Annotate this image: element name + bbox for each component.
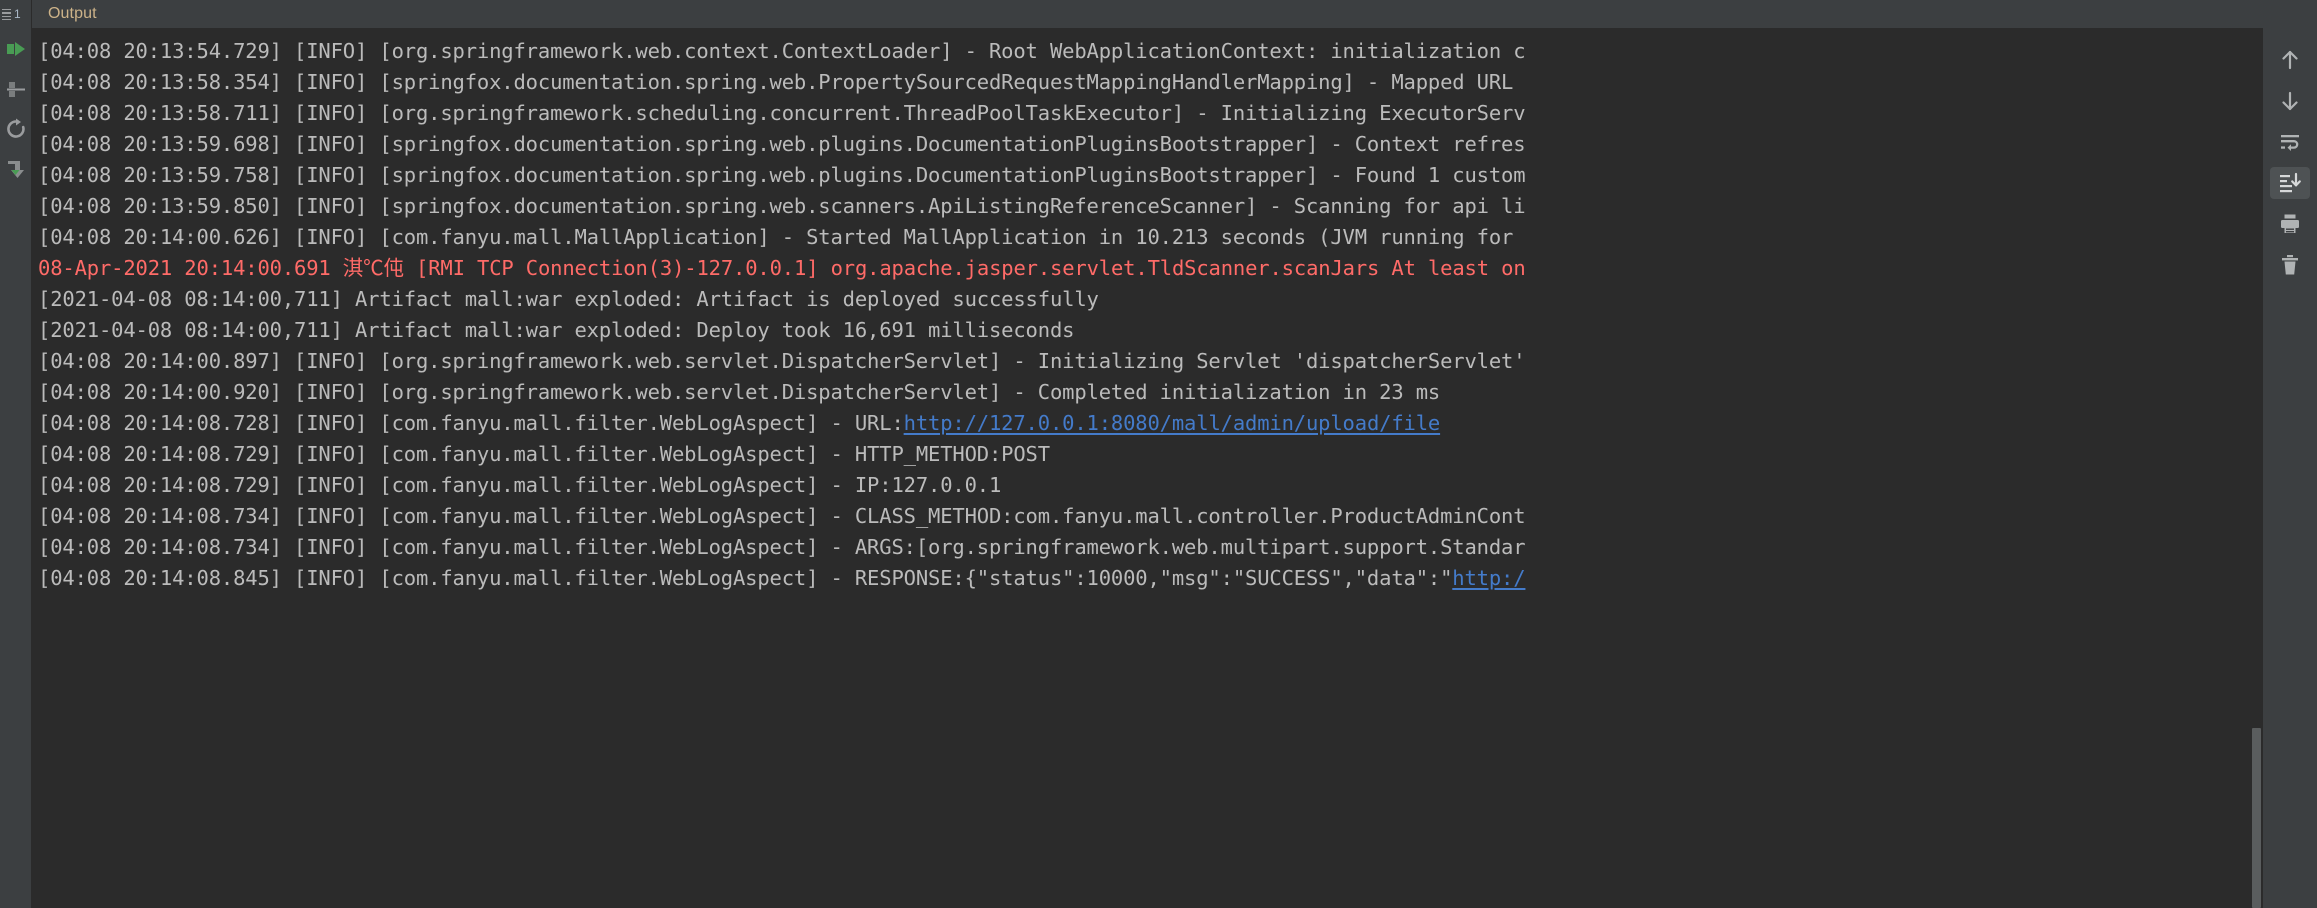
console-line: [04:08 20:13:54.729] [INFO] [org.springf… xyxy=(38,36,2262,67)
tab-output[interactable]: Output xyxy=(32,0,115,28)
console-line-text: [04:08 20:14:00.897] [INFO] [org.springf… xyxy=(38,349,1526,373)
console-line: [04:08 20:14:00.897] [INFO] [org.springf… xyxy=(38,346,2262,377)
console-line: [04:08 20:13:58.354] [INFO] [springfox.d… xyxy=(38,67,2262,98)
console-line-text: [2021-04-08 08:14:00,711] Artifact mall:… xyxy=(38,318,1075,342)
console-line-text: [04:08 20:13:59.850] [INFO] [springfox.d… xyxy=(38,194,1526,218)
console-line-text: [04:08 20:14:08.729] [INFO] [com.fanyu.m… xyxy=(38,473,1002,497)
console-line-text: [04:08 20:13:59.758] [INFO] [springfox.d… xyxy=(38,163,1526,187)
console-line-text: [04:08 20:14:00.920] [INFO] [org.springf… xyxy=(38,380,1441,404)
console-line-text: [04:08 20:13:58.711] [INFO] [org.springf… xyxy=(38,101,1526,125)
run-console-window: 1 Output [04:08 20:13:54.729] [INFO] [or… xyxy=(0,0,2317,908)
tab-output-label: Output xyxy=(48,5,97,22)
console-line: [04:08 20:13:58.711] [INFO] [org.springf… xyxy=(38,98,2262,129)
console-body: [04:08 20:13:54.729] [INFO] [org.springf… xyxy=(0,28,2317,908)
tabstrip-gutter: 1 xyxy=(0,0,32,28)
console-line-text: 08-Apr-2021 20:14:00.691 淇℃伅 [RMI TCP Co… xyxy=(38,256,1526,280)
down-arrow-icon[interactable] xyxy=(2270,85,2310,117)
console-line: [04:08 20:14:08.734] [INFO] [com.fanyu.m… xyxy=(38,501,2262,532)
console-text: [04:08 20:13:54.729] [INFO] [org.springf… xyxy=(32,28,2262,908)
console-line-text: [04:08 20:14:08.729] [INFO] [com.fanyu.m… xyxy=(38,442,1050,466)
rerun-icon[interactable] xyxy=(3,36,29,62)
scrollbar-thumb[interactable] xyxy=(2252,728,2261,908)
console-line-text: [04:08 20:14:08.734] [INFO] [com.fanyu.m… xyxy=(38,504,1526,528)
console-link[interactable]: http://127.0.0.1:8080/mall/admin/upload/… xyxy=(904,411,1441,435)
console-line: [04:08 20:14:08.729] [INFO] [com.fanyu.m… xyxy=(38,439,2262,470)
console-line: [04:08 20:14:08.734] [INFO] [com.fanyu.m… xyxy=(38,532,2262,563)
console-line: 08-Apr-2021 20:14:00.691 淇℃伅 [RMI TCP Co… xyxy=(38,253,2262,284)
console-line-text: [04:08 20:13:58.354] [INFO] [springfox.d… xyxy=(38,70,1514,94)
console-line-text: [2021-04-08 08:14:00,711] Artifact mall:… xyxy=(38,287,1099,311)
resume-icon[interactable] xyxy=(3,156,29,182)
soft-wrap-icon[interactable] xyxy=(2270,126,2310,158)
console-line: [04:08 20:14:08.728] [INFO] [com.fanyu.m… xyxy=(38,408,2262,439)
console-line: [04:08 20:13:59.758] [INFO] [springfox.d… xyxy=(38,160,2262,191)
console-line: [04:08 20:13:59.698] [INFO] [springfox.d… xyxy=(38,129,2262,160)
console-tabstrip: 1 Output xyxy=(0,0,2317,28)
console-link[interactable]: http:/ xyxy=(1452,566,1525,590)
console-output-area[interactable]: [04:08 20:13:54.729] [INFO] [org.springf… xyxy=(32,28,2262,908)
console-line: [2021-04-08 08:14:00,711] Artifact mall:… xyxy=(38,315,2262,346)
console-line: [04:08 20:13:59.850] [INFO] [springfox.d… xyxy=(38,191,2262,222)
console-line-text: [04:08 20:14:08.728] [INFO] [com.fanyu.m… xyxy=(38,411,904,435)
console-line-text: [04:08 20:14:08.845] [INFO] [com.fanyu.m… xyxy=(38,566,1453,590)
up-arrow-icon[interactable] xyxy=(2270,44,2310,76)
console-vertical-scrollbar[interactable] xyxy=(2251,728,2262,908)
console-line-text: [04:08 20:13:54.729] [INFO] [org.springf… xyxy=(38,39,1526,63)
console-lines-icon xyxy=(2,8,11,20)
print-icon[interactable] xyxy=(2270,208,2310,240)
tab-index-label: 1 xyxy=(14,7,21,21)
console-line-text: [04:08 20:14:08.734] [INFO] [com.fanyu.m… xyxy=(38,535,1526,559)
stop-icon[interactable] xyxy=(3,76,29,102)
console-line: [2021-04-08 08:14:00,711] Artifact mall:… xyxy=(38,284,2262,315)
console-side-toolbar xyxy=(2262,28,2317,908)
console-line: [04:08 20:14:08.729] [INFO] [com.fanyu.m… xyxy=(38,470,2262,501)
console-line-text: [04:08 20:13:59.698] [INFO] [springfox.d… xyxy=(38,132,1526,156)
trash-icon[interactable] xyxy=(2270,249,2310,281)
scroll-to-end-icon[interactable] xyxy=(2270,167,2310,199)
run-toolbar xyxy=(0,28,32,908)
console-line: [04:08 20:14:00.920] [INFO] [org.springf… xyxy=(38,377,2262,408)
console-line-text: [04:08 20:14:00.626] [INFO] [com.fanyu.m… xyxy=(38,225,1514,249)
restart-icon[interactable] xyxy=(3,116,29,142)
console-line: [04:08 20:14:08.845] [INFO] [com.fanyu.m… xyxy=(38,563,2262,594)
console-line: [04:08 20:14:00.626] [INFO] [com.fanyu.m… xyxy=(38,222,2262,253)
